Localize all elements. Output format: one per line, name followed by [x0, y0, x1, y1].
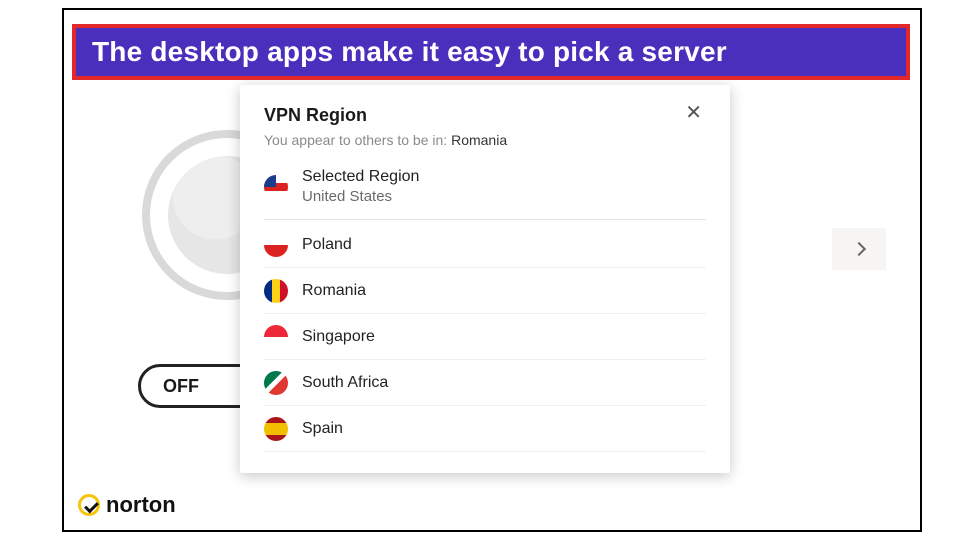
- region-item-label: Singapore: [302, 328, 375, 346]
- region-list: Poland Romania Singapore South Africa Sp…: [264, 222, 706, 463]
- selected-region-heading: Selected Region: [302, 168, 419, 186]
- apparent-location-prefix: You appear to others to be in:: [264, 132, 447, 148]
- region-item-poland[interactable]: Poland: [264, 222, 706, 268]
- check-circle-icon: [78, 494, 100, 516]
- vpn-toggle-label: OFF: [163, 376, 199, 397]
- apparent-location-line: You appear to others to be in: Romania: [264, 132, 706, 148]
- app-window: OFF norton VPN Region ✕ You appear to ot…: [62, 8, 922, 532]
- selected-region-block[interactable]: Selected Region United States: [264, 168, 706, 220]
- region-item-spain[interactable]: Spain: [264, 406, 706, 452]
- article-caption-banner: The desktop apps make it easy to pick a …: [72, 24, 910, 80]
- flag-icon-pl: [264, 233, 288, 257]
- region-item-label: Poland: [302, 236, 352, 254]
- close-button[interactable]: ✕: [681, 101, 706, 125]
- close-icon: ✕: [685, 102, 702, 124]
- region-item-romania[interactable]: Romania: [264, 268, 706, 314]
- flag-icon-ro: [264, 279, 288, 303]
- apparent-location-value: Romania: [451, 132, 507, 148]
- vpn-region-dialog: VPN Region ✕ You appear to others to be …: [240, 85, 730, 473]
- brand-name: norton: [106, 492, 176, 518]
- region-item-label: Romania: [302, 282, 366, 300]
- dialog-header: VPN Region ✕: [264, 101, 706, 126]
- flag-icon-us: [264, 175, 288, 199]
- selected-region-country: United States: [302, 188, 419, 205]
- region-item-south-africa[interactable]: South Africa: [264, 360, 706, 406]
- region-item-label: Spain: [302, 420, 343, 438]
- article-caption-text: The desktop apps make it easy to pick a …: [92, 36, 727, 68]
- brand-logo: norton: [78, 492, 176, 518]
- flag-icon-za: [264, 371, 288, 395]
- selected-region-text: Selected Region United States: [302, 168, 419, 205]
- region-picker-open-button[interactable]: [832, 228, 886, 270]
- flag-icon-sg: [264, 325, 288, 349]
- flag-icon-es: [264, 417, 288, 441]
- region-item-label: South Africa: [302, 374, 388, 392]
- chevron-right-icon: [852, 242, 866, 256]
- dialog-title: VPN Region: [264, 101, 367, 126]
- region-item-singapore[interactable]: Singapore: [264, 314, 706, 360]
